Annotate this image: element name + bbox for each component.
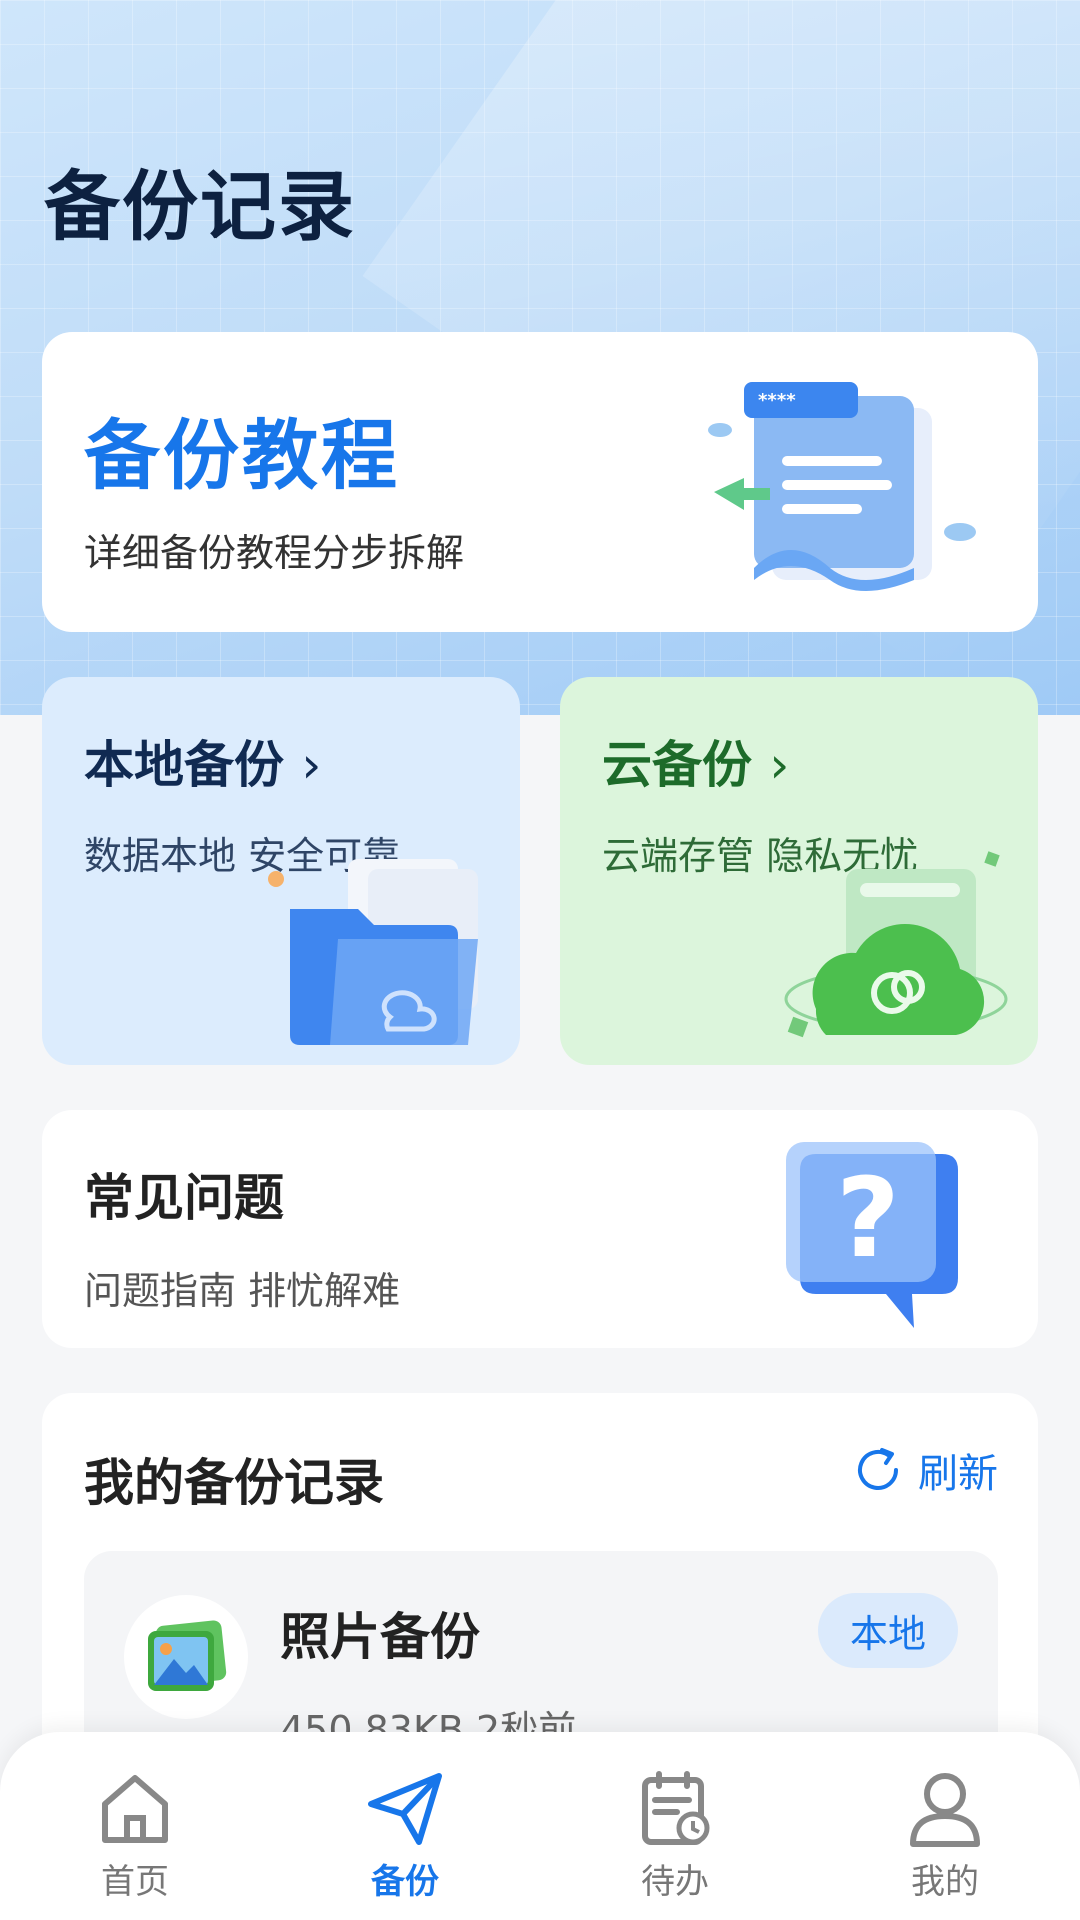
cloud-backup-card[interactable]: 云备份 › 云端存管 隐私无忧 [560, 677, 1038, 1065]
tutorial-card[interactable]: 备份教程 详细备份教程分步拆解 **** [42, 332, 1038, 632]
tab-todo[interactable]: 待办 [540, 1732, 810, 1920]
refresh-button[interactable]: 刷新 [852, 1441, 998, 1499]
tab-me-label: 我的 [911, 1862, 979, 1902]
tab-todo-label: 待办 [641, 1862, 709, 1902]
refresh-icon [858, 1448, 898, 1490]
folder-upload-illustration-icon [268, 859, 478, 1045]
tutorial-title: 备份教程 [84, 411, 400, 500]
faq-card[interactable]: 常见问题 问题指南 排忧解难 ? [42, 1110, 1038, 1348]
tab-home-label: 首页 [101, 1862, 169, 1902]
record-location-badge: 本地 [817, 1593, 958, 1668]
photo-thumbnail [124, 1595, 248, 1719]
page-title: 备份记录 [44, 162, 356, 251]
tab-backup[interactable]: 备份 [270, 1732, 540, 1920]
tutorial-subtitle: 详细备份教程分步拆解 [84, 531, 465, 575]
chevron-right-icon: › [769, 736, 790, 794]
chevron-right-icon: › [301, 736, 322, 794]
user-icon [910, 1773, 980, 1847]
record-name: 照片备份 [280, 1608, 480, 1666]
tab-me[interactable]: 我的 [810, 1732, 1080, 1920]
photo-gallery-icon [148, 1620, 227, 1691]
refresh-label: 刷新 [918, 1451, 998, 1497]
local-backup-title: 本地备份 › [84, 736, 322, 794]
tab-home[interactable]: 首页 [0, 1732, 270, 1920]
cloud-sync-illustration-icon [784, 851, 1008, 1038]
document-illustration-icon: **** [708, 382, 976, 591]
paper-plane-icon [368, 1773, 442, 1845]
tab-backup-label: 备份 [371, 1862, 439, 1902]
calendar-clock-icon [642, 1771, 710, 1845]
home-icon [102, 1775, 168, 1843]
records-title: 我的备份记录 [84, 1454, 384, 1512]
cloud-backup-title: 云备份 › [602, 736, 790, 794]
illustration-stars: **** [758, 390, 796, 411]
faq-title: 常见问题 [84, 1169, 284, 1227]
faq-subtitle: 问题指南 排忧解难 [84, 1269, 401, 1313]
bottom-tab-bar: 首页 备份 待办 我的 [0, 1732, 1080, 1920]
local-backup-card[interactable]: 本地备份 › 数据本地 安全可靠 [42, 677, 520, 1065]
svg-text:?: ? [836, 1154, 900, 1282]
question-bubble-icon: ? [786, 1142, 958, 1328]
